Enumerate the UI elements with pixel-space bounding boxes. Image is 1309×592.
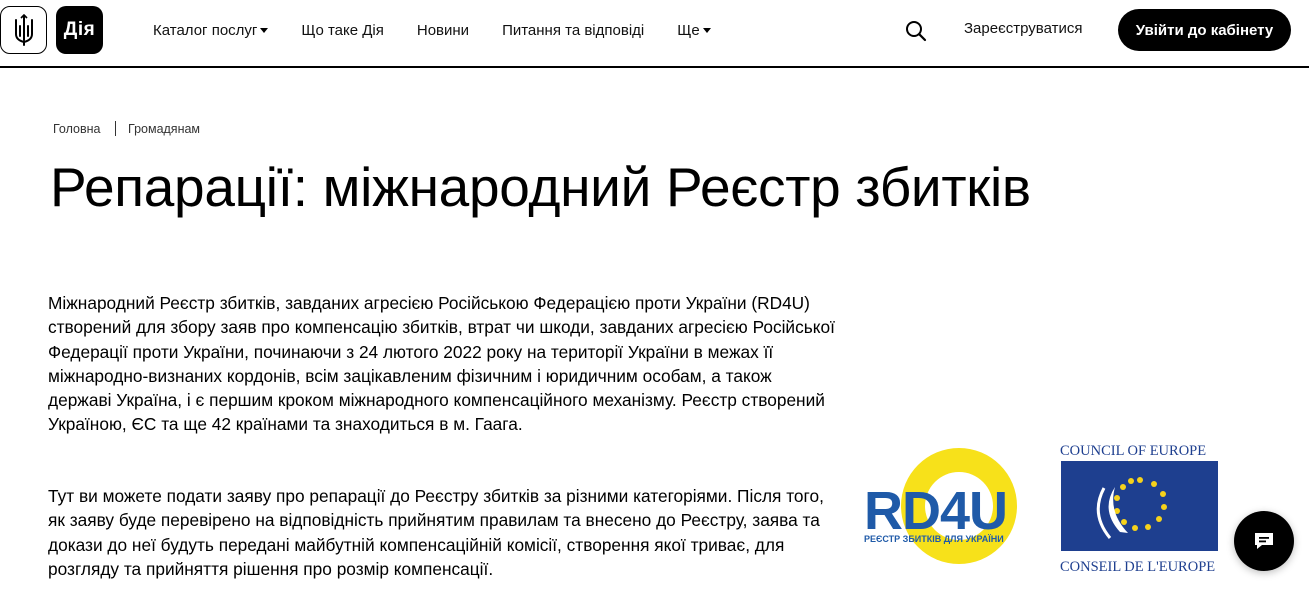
login-button[interactable]: Увійти до кабінету [1118, 9, 1291, 51]
council-of-europe-logo: COUNCIL OF EUROPE CONSEIL DE L'EUROPE [1060, 443, 1218, 575]
coe-top-text: COUNCIL OF EUROPE [1060, 443, 1206, 459]
diia-logo[interactable]: Дія [56, 6, 103, 54]
page-title: Репарації: міжнародний Реєстр збитків [50, 156, 1031, 218]
coe-bottom-text: CONSEIL DE L'EUROPE [1060, 559, 1215, 575]
nav-item-faq[interactable]: Питання та відповіді [502, 19, 644, 41]
breadcrumb: Головна Громадянам [53, 121, 200, 136]
nav-item-about[interactable]: Що таке Дія [301, 19, 383, 41]
caret-down-icon [702, 27, 711, 33]
nav-label: Питання та відповіді [502, 21, 645, 39]
site-header: Дія Каталог послуг Що таке Дія Новини Пи… [0, 0, 1309, 68]
trident-icon [14, 14, 33, 46]
rd4u-text: RD4U [864, 481, 1007, 541]
nav-label: Ще [677, 21, 700, 39]
instructions-paragraph: Тут ви можете подати заяву про репарації… [48, 486, 824, 579]
nav-item-news[interactable]: Новини [417, 19, 469, 41]
register-link[interactable]: Зареєструватися [964, 20, 1082, 37]
main-nav: Каталог послуг Що таке Дія Новини Питанн… [153, 19, 744, 41]
breadcrumb-separator [114, 121, 116, 136]
chat-icon [1255, 533, 1273, 549]
nav-label: Новини [416, 21, 470, 39]
breadcrumb-home[interactable]: Головна [53, 122, 101, 136]
rd4u-logo: RD4U РЕЄСТР ЗБИТКІВ ДЛЯ УКРАЇНИ [864, 448, 1017, 564]
caret-down-icon [260, 27, 269, 33]
nav-label: Що таке Дія [301, 21, 384, 39]
breadcrumb-citizens[interactable]: Громадянам [128, 122, 200, 136]
brand-label: Дія [63, 19, 96, 40]
nav-item-catalog[interactable]: Каталог послуг [153, 19, 269, 41]
search-icon[interactable] [905, 20, 927, 42]
nav-label: Каталог послуг [153, 21, 258, 39]
chat-button[interactable] [1234, 511, 1294, 571]
intro-paragraph: Міжнародний Реєстр збитків, завданих агр… [48, 293, 835, 435]
trident-logo[interactable] [0, 6, 47, 54]
nav-item-more[interactable]: Ще [677, 19, 711, 41]
rd4u-subtitle: РЕЄСТР ЗБИТКІВ ДЛЯ УКРАЇНИ [864, 534, 1004, 544]
